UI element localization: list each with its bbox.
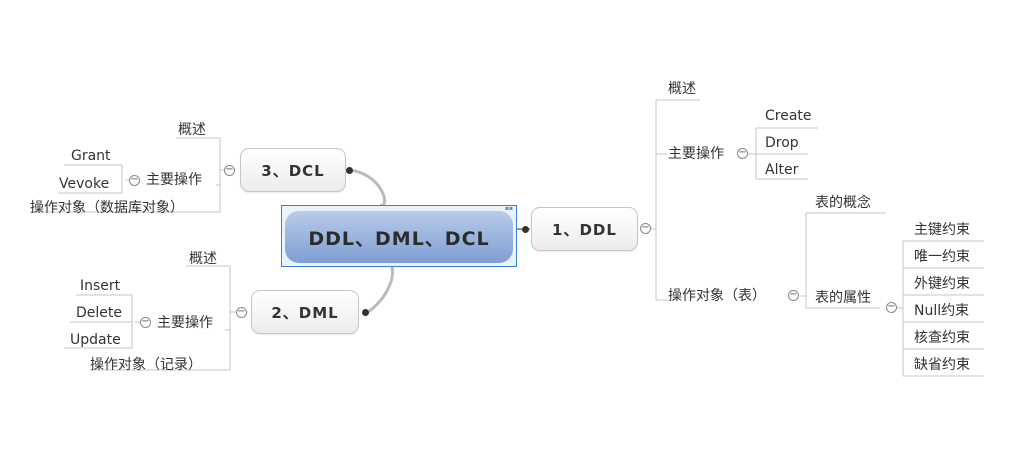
dml-overview[interactable]: 概述 [189,250,217,268]
central-topic[interactable]: ▪▪ DDL、DML、DCL [281,205,517,267]
ddl-attrs-collapse-icon[interactable]: − [886,302,897,313]
ddl-main-ops-collapse-icon[interactable]: − [737,148,748,159]
topic-dcl[interactable]: 3、DCL [240,148,346,192]
dcl-main-ops[interactable]: 主要操作 [146,171,202,189]
ddl-overview[interactable]: 概述 [668,80,696,98]
topic-dml[interactable]: 2、DML [251,290,359,334]
ddl-connector-dot [522,226,529,233]
dcl-overview[interactable]: 概述 [178,121,206,139]
central-topic-label: DDL、DML、DCL [285,211,513,263]
dml-main-ops[interactable]: 主要操作 [157,314,213,332]
resize-handle-icon: ▪▪ [504,205,513,212]
dcl-op-grant[interactable]: Grant [71,147,111,165]
ddl-op-drop[interactable]: Drop [765,134,799,152]
dml-op-update[interactable]: Update [70,331,121,349]
dml-main-ops-collapse-icon[interactable]: − [140,317,151,328]
dml-connector-dot [362,309,369,316]
constraint-null[interactable]: Null约束 [914,302,969,320]
dcl-main-ops-collapse-icon[interactable]: − [129,175,140,186]
dcl-collapse-icon[interactable]: − [224,165,235,176]
dml-op-insert[interactable]: Insert [80,277,120,295]
constraint-default[interactable]: 缺省约束 [914,356,970,374]
constraint-foreign-key[interactable]: 外键约束 [914,275,970,293]
ddl-op-create[interactable]: Create [765,107,812,125]
dml-op-delete[interactable]: Delete [76,304,122,322]
constraint-unique[interactable]: 唯一约束 [914,248,970,266]
dcl-op-vevoke[interactable]: Vevoke [59,175,109,193]
dcl-connector-dot [346,167,353,174]
ddl-table-concept[interactable]: 表的概念 [815,194,871,212]
constraint-check[interactable]: 核查约束 [914,329,970,347]
dcl-objects[interactable]: 操作对象（数据库对象） [30,199,184,217]
ddl-table-attrs[interactable]: 表的属性 [815,289,871,307]
ddl-objects[interactable]: 操作对象（表） [668,287,766,305]
dml-objects[interactable]: 操作对象（记录） [90,356,202,374]
dml-collapse-icon[interactable]: − [236,307,247,318]
ddl-op-alter[interactable]: Alter [765,161,798,179]
topic-ddl[interactable]: 1、DDL [531,207,638,251]
ddl-main-ops[interactable]: 主要操作 [668,145,724,163]
ddl-objects-collapse-icon[interactable]: − [788,290,799,301]
constraint-primary-key[interactable]: 主键约束 [914,221,970,239]
ddl-collapse-icon[interactable]: − [640,223,651,234]
